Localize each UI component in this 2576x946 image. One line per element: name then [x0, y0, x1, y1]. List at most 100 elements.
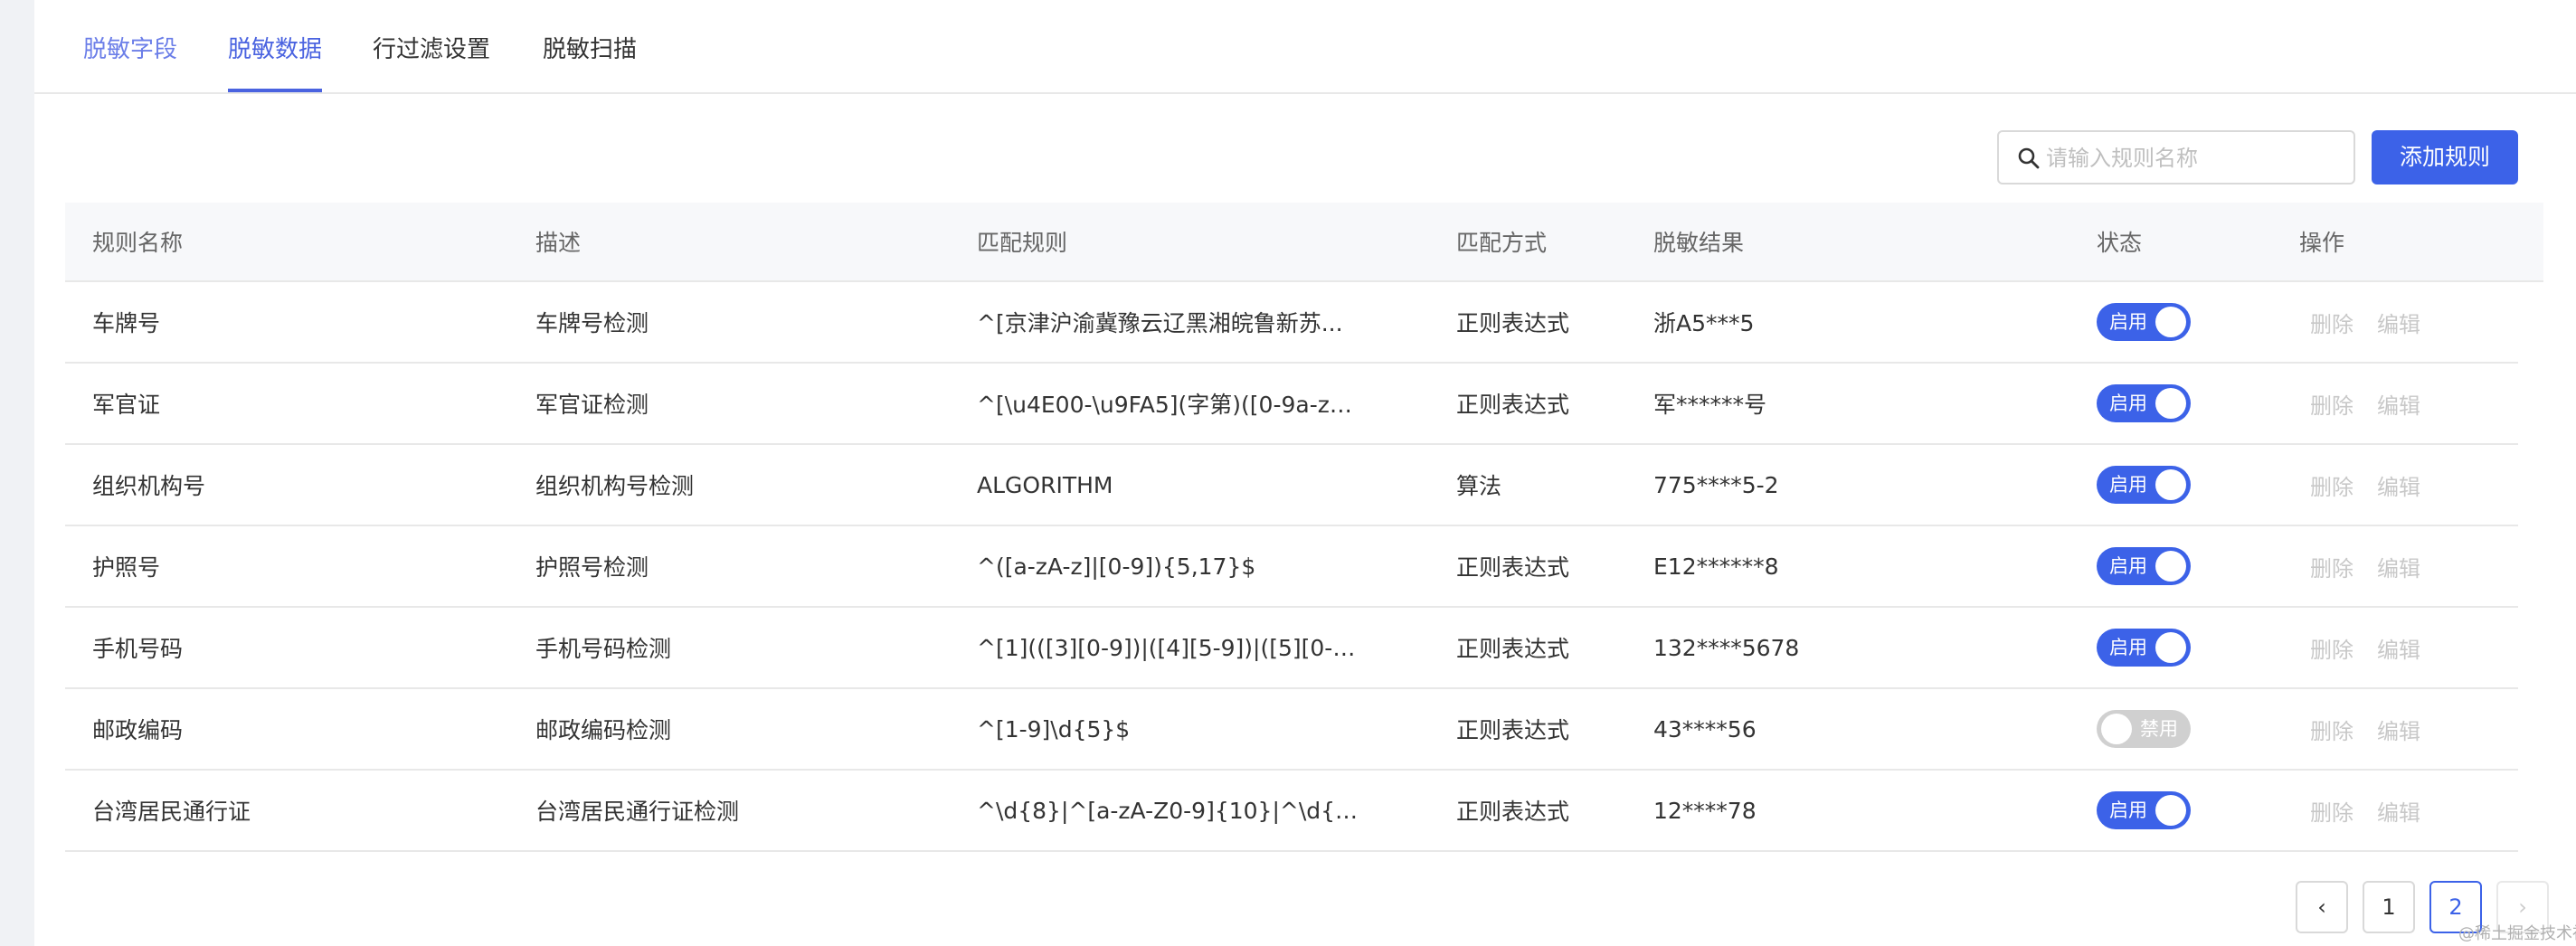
header-actions: 操作	[2299, 230, 2345, 256]
edit-button[interactable]: 编辑	[2377, 714, 2420, 745]
header-match-rule: 匹配规则	[977, 230, 1068, 256]
search-box[interactable]	[1997, 130, 2355, 184]
table-row: 军官证 军官证检测 ^[\u4E00-\u9FA5](字第)([0-9a-zA...…	[65, 364, 2518, 445]
header-description: 描述	[535, 230, 582, 256]
table-row: 组织机构号 组织机构号检测 ALGORITHM 算法 775****5-2 启用 删除 编辑	[65, 445, 2518, 526]
table-row: 台湾居民通行证 台湾居民通行证检测 ^\d{8}|^[a-zA-Z0-9]{10}|…	[65, 771, 2518, 852]
desensitize-result: 12****78	[1653, 797, 1757, 824]
actions-cell: 删除 编辑	[2299, 282, 2516, 362]
rule-description: 组织机构号检测	[535, 473, 695, 499]
status-cell: 启用	[2097, 526, 2259, 606]
tab-desensitize-fields[interactable]: 脱敏字段	[83, 31, 177, 64]
edit-button[interactable]: 编辑	[2377, 307, 2420, 338]
match-rule: ^[1](([3][0-9])|([4][5-9])|([5][0-3,5...	[977, 634, 1366, 661]
status-toggle[interactable]: 启用	[2097, 547, 2191, 585]
rule-name: 组织机构号	[92, 473, 206, 499]
match-rule: ^([a-zA-z]|[0-9]){5,17}$	[977, 553, 1256, 580]
toggle-knob	[2155, 795, 2186, 826]
match-rule: ^\d{8}|^[a-zA-Z0-9]{10}|^\d{18}$	[977, 797, 1366, 824]
tab-desensitize-data[interactable]: 脱敏数据	[228, 31, 322, 64]
status-label: 启用	[2109, 311, 2147, 333]
status-cell: 启用	[2097, 282, 2259, 362]
match-method: 正则表达式	[1456, 636, 1570, 662]
rule-name: 护照号	[92, 554, 161, 581]
status-toggle[interactable]: 启用	[2097, 791, 2191, 829]
desensitize-result: 132****5678	[1653, 634, 1800, 661]
rule-description: 台湾居民通行证检测	[535, 799, 740, 825]
desensitize-result: E12******8	[1653, 553, 1779, 580]
tab-row-filter-settings[interactable]: 行过滤设置	[373, 31, 490, 64]
actions-cell: 删除 编辑	[2299, 608, 2516, 687]
edit-button[interactable]: 编辑	[2377, 388, 2420, 420]
table-row: 车牌号 车牌号检测 ^[京津沪渝冀豫云辽黑湘皖鲁新苏... 正则表达式 浙A5***5 启…	[65, 282, 2518, 364]
match-rule-cell: ^[\u4E00-\u9FA5](字第)([0-9a-zA...	[977, 364, 1429, 443]
table-row: 邮政编码 邮政编码检测 ^[1-9]\d{5}$ 正则表达式 43****56 禁用 删除编…	[65, 689, 2518, 771]
actions-cell: 删除 编辑	[2299, 689, 2516, 769]
match-rule-cell: ^[京津沪渝冀豫云辽黑湘皖鲁新苏...	[977, 282, 1429, 362]
status-label: 启用	[2109, 555, 2147, 577]
match-method: 正则表达式	[1456, 717, 1570, 743]
edit-button[interactable]: 编辑	[2377, 551, 2420, 582]
header-status: 状态	[2097, 230, 2143, 256]
delete-button[interactable]: 删除	[2310, 469, 2353, 501]
tab-desensitize-scan[interactable]: 脱敏扫描	[543, 31, 637, 64]
status-label: 启用	[2109, 799, 2147, 821]
match-method: 算法	[1456, 473, 1502, 499]
delete-button[interactable]: 删除	[2310, 714, 2353, 745]
desensitize-result: 军******号	[1653, 392, 1767, 418]
status-label: 启用	[2109, 637, 2147, 658]
delete-button[interactable]: 删除	[2310, 551, 2353, 582]
delete-button[interactable]: 删除	[2310, 307, 2353, 338]
match-rule-cell: ^[1-9]\d{5}$	[977, 689, 1429, 769]
rule-description: 护照号检测	[535, 554, 649, 581]
status-toggle[interactable]: 启用	[2097, 303, 2191, 341]
toggle-knob	[2155, 469, 2186, 500]
actions-cell: 删除 编辑	[2299, 364, 2516, 443]
edit-button[interactable]: 编辑	[2377, 632, 2420, 664]
edit-button[interactable]: 编辑	[2377, 469, 2420, 501]
status-cell: 启用	[2097, 771, 2259, 850]
match-method: 正则表达式	[1456, 392, 1570, 418]
header-match-method: 匹配方式	[1456, 230, 1548, 256]
status-cell: 禁用	[2097, 689, 2259, 769]
toggle-knob	[2155, 632, 2186, 663]
status-label: 启用	[2109, 474, 2147, 496]
header-rule-name: 规则名称	[92, 230, 184, 256]
match-rule: ^[1-9]\d{5}$	[977, 715, 1131, 743]
toggle-knob	[2155, 551, 2186, 582]
desensitize-result: 43****56	[1653, 715, 1757, 743]
status-label: 启用	[2109, 393, 2147, 414]
rule-description: 军官证检测	[535, 392, 649, 418]
status-toggle[interactable]: 禁用	[2097, 710, 2191, 748]
table-header: 规则名称 描述 匹配规则 匹配方式 脱敏结果 状态 操作	[65, 203, 2543, 282]
main-panel: 脱敏字段 脱敏数据 行过滤设置 脱敏扫描 添加规则 规则名称 描述 匹配规则 匹…	[34, 0, 2576, 946]
delete-button[interactable]: 删除	[2310, 388, 2353, 420]
delete-button[interactable]: 删除	[2310, 795, 2353, 827]
delete-button[interactable]: 删除	[2310, 632, 2353, 664]
page-1-button[interactable]: 1	[2363, 881, 2415, 933]
actions-cell: 删除 编辑	[2299, 526, 2516, 606]
rule-name: 手机号码	[92, 636, 184, 662]
match-rule-cell: ^\d{8}|^[a-zA-Z0-9]{10}|^\d{18}$	[977, 771, 1429, 850]
toggle-knob	[2155, 307, 2186, 337]
rule-name: 军官证	[92, 392, 161, 418]
status-toggle[interactable]: 启用	[2097, 466, 2191, 504]
status-toggle[interactable]: 启用	[2097, 629, 2191, 667]
add-rule-button[interactable]: 添加规则	[2372, 130, 2518, 184]
edit-button[interactable]: 编辑	[2377, 795, 2420, 827]
match-method: 正则表达式	[1456, 799, 1570, 825]
status-toggle[interactable]: 启用	[2097, 384, 2191, 422]
match-rule-cell: ALGORITHM	[977, 445, 1429, 525]
table-row: 手机号码 手机号码检测 ^[1](([3][0-9])|([4][5-9])|([5…	[65, 608, 2518, 689]
match-rule: ALGORITHM	[977, 471, 1113, 498]
match-rule: ^[\u4E00-\u9FA5](字第)([0-9a-zA...	[977, 392, 1366, 418]
rules-table: 规则名称 描述 匹配规则 匹配方式 脱敏结果 状态 操作 车牌号 车牌号检测 ^[京…	[65, 203, 2543, 852]
actions-cell: 删除 编辑	[2299, 771, 2516, 850]
status-cell: 启用	[2097, 608, 2259, 687]
toggle-knob	[2155, 388, 2186, 419]
rule-description: 车牌号检测	[535, 310, 649, 336]
rule-name: 台湾居民通行证	[92, 799, 251, 825]
status-cell: 启用	[2097, 445, 2259, 525]
prev-page-button[interactable]: ‹	[2296, 881, 2348, 933]
search-input[interactable]	[2046, 141, 2344, 175]
